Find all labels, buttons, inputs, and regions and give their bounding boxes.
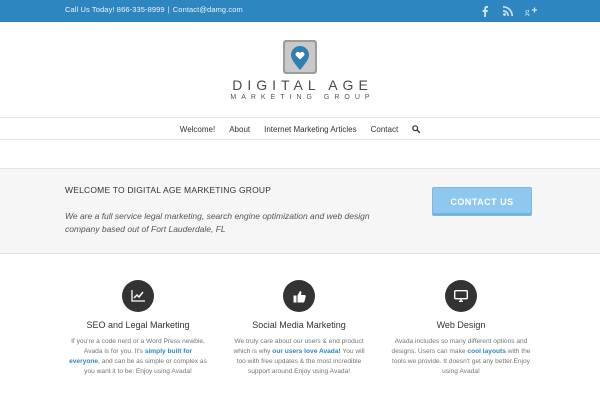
- site-header: DIGITAL AGE MARKETING GROUP: [0, 22, 600, 117]
- feature-body-link[interactable]: our users love Avada!: [272, 348, 340, 355]
- rss-icon[interactable]: [501, 4, 515, 18]
- main-nav: Welcome! About Internet Marketing Articl…: [0, 117, 600, 140]
- feature-body-link[interactable]: cool layouts: [467, 348, 505, 355]
- nav-item-contact[interactable]: Contact: [364, 125, 406, 134]
- feature-body-text: , and can be as simple or complex as you…: [84, 358, 207, 375]
- topbar-separator: |: [167, 5, 170, 14]
- social-links: g: [478, 4, 538, 18]
- nav-item-welcome[interactable]: Welcome!: [173, 125, 222, 134]
- email-link[interactable]: Contact@damg.com: [173, 5, 243, 14]
- line-chart-icon: [122, 280, 154, 312]
- feature-webdesign: Web Design Avada includes so many differ…: [391, 280, 531, 377]
- facebook-icon[interactable]: [478, 4, 492, 18]
- banner-headline: WELCOME TO DIGITAL AGE MARKETING GROUP: [65, 185, 272, 195]
- contact-us-button[interactable]: CONTACT US: [432, 187, 532, 216]
- feature-body: Avada includes so many different options…: [391, 337, 531, 377]
- topbar-contact: Call Us Today! 866-335-8999 | Contact@damg…: [65, 5, 243, 14]
- svg-text:g: g: [525, 7, 530, 17]
- heart-location-pin-icon[interactable]: [283, 40, 317, 74]
- brand-tagline: MARKETING GROUP: [230, 94, 375, 101]
- feature-title: SEO and Legal Marketing: [86, 320, 190, 330]
- desktop-icon: [445, 280, 477, 312]
- thumbs-up-icon: [283, 280, 315, 312]
- feature-body: We truly care about our users & end prod…: [229, 337, 369, 377]
- top-bar: Call Us Today! 866-335-8999 | Contact@damg…: [0, 0, 600, 22]
- phone-text: Call Us Today! 866-335-8999: [65, 5, 165, 14]
- feature-title: Web Design: [436, 320, 486, 330]
- nav-item-about[interactable]: About: [222, 125, 257, 134]
- search-icon[interactable]: [405, 125, 427, 133]
- features-section: SEO and Legal Marketing If you're a code…: [0, 254, 600, 400]
- feature-body: If you're a code nerd or a Word Press ne…: [68, 337, 208, 377]
- banner-description: We are a full service legal marketing, s…: [65, 211, 370, 234]
- spacer: [0, 140, 600, 168]
- google-plus-icon[interactable]: g: [524, 4, 538, 18]
- feature-title: Social Media Marketing: [252, 320, 346, 330]
- feature-social: Social Media Marketing We truly care abo…: [229, 280, 369, 377]
- nav-item-articles[interactable]: Internet Marketing Articles: [257, 125, 363, 134]
- brand-name: DIGITAL AGE: [232, 77, 373, 93]
- welcome-banner: WELCOME TO DIGITAL AGE MARKETING GROUP W…: [0, 168, 600, 254]
- feature-seo: SEO and Legal Marketing If you're a code…: [68, 280, 208, 377]
